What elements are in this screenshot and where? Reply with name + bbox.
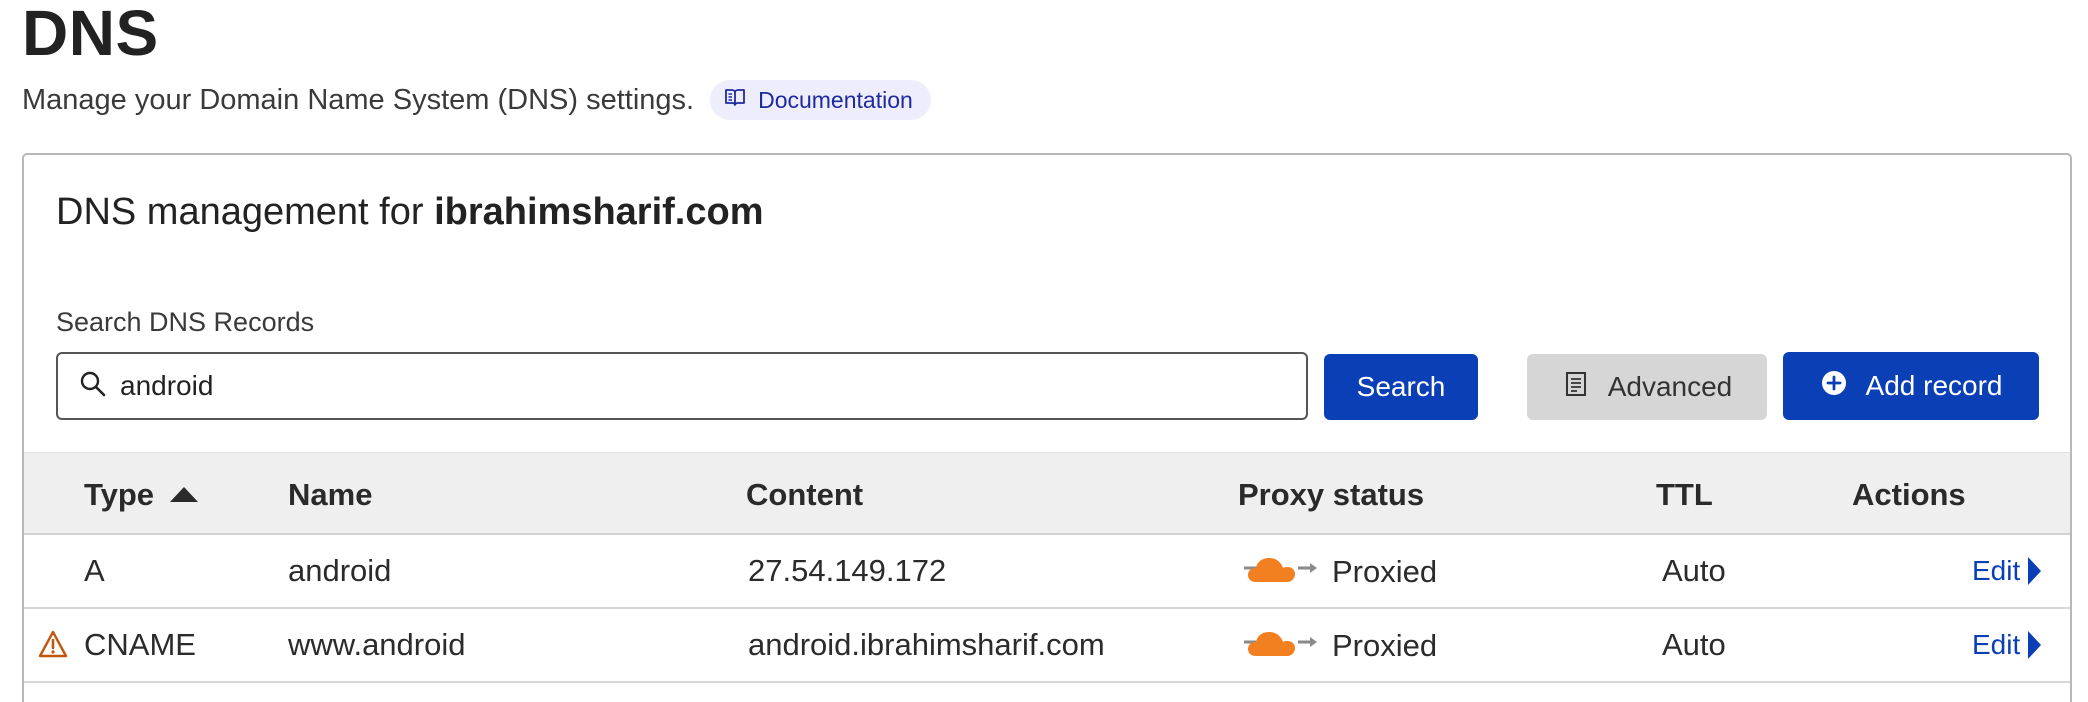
search-input[interactable] <box>120 370 1306 402</box>
add-record-label: Add record <box>1865 370 2003 401</box>
table-row: A android 27.54.149.172 Proxied Auto Edi… <box>24 535 2070 609</box>
column-header-proxy-status[interactable]: Proxy status <box>1238 477 1424 513</box>
book-icon <box>724 86 746 114</box>
domain-name: ibrahimsharif.com <box>434 191 764 233</box>
proxy-status-label: Proxied <box>1332 628 1438 663</box>
document-list-icon <box>1562 370 1590 405</box>
subtitle-row: Manage your Domain Name System (DNS) set… <box>22 80 931 120</box>
column-header-name[interactable]: Name <box>288 477 372 513</box>
sort-ascending-icon <box>170 486 199 502</box>
search-field[interactable] <box>56 352 1308 420</box>
chevron-right-icon <box>2028 557 2042 585</box>
table-row: CNAME www.android android.ibrahimsharif.… <box>24 609 2070 683</box>
record-type: A <box>84 553 105 588</box>
add-record-button[interactable]: Add record <box>1783 352 2039 420</box>
documentation-link[interactable]: Documentation <box>710 80 931 120</box>
column-header-type[interactable]: Type <box>84 477 199 513</box>
plus-circle-icon <box>1820 369 1848 404</box>
documentation-label: Documentation <box>758 86 913 113</box>
record-content: android.ibrahimsharif.com <box>748 627 1105 662</box>
record-name: android <box>288 553 392 588</box>
proxy-status-label: Proxied <box>1332 554 1438 589</box>
record-ttl: Auto <box>1662 553 1726 588</box>
dns-management-card: DNS management for ibrahimsharif.com Sea… <box>22 153 2072 702</box>
proxy-status: Proxied <box>1242 551 1437 593</box>
page-title: DNS <box>22 0 159 69</box>
orange-cloud-icon <box>1242 551 1318 593</box>
column-header-content[interactable]: Content <box>746 477 863 513</box>
search-label: Search DNS Records <box>56 307 315 337</box>
advanced-label: Advanced <box>1607 371 1733 402</box>
record-content: 27.54.149.172 <box>748 553 947 588</box>
edit-button[interactable]: Edit <box>1972 629 2042 661</box>
edit-label: Edit <box>1972 555 2021 586</box>
edit-button[interactable]: Edit <box>1972 555 2042 587</box>
card-title-prefix: DNS management for <box>56 191 435 233</box>
search-icon <box>78 369 108 404</box>
table-header: Type Name Content Proxy status TTL Actio… <box>24 452 2070 535</box>
edit-label: Edit <box>1972 629 2021 660</box>
chevron-right-icon <box>2028 631 2042 659</box>
column-header-actions: Actions <box>1852 477 1966 512</box>
card-title: DNS management for ibrahimsharif.com <box>56 191 763 234</box>
proxy-status: Proxied <box>1242 625 1437 667</box>
orange-cloud-icon <box>1242 625 1318 667</box>
page-subtitle: Manage your Domain Name System (DNS) set… <box>22 83 695 116</box>
column-header-ttl[interactable]: TTL <box>1656 477 1713 513</box>
record-name: www.android <box>288 627 466 662</box>
search-button[interactable]: Search <box>1324 354 1478 420</box>
column-header-type-label: Type <box>84 477 155 512</box>
warning-icon[interactable] <box>38 629 68 659</box>
record-type: CNAME <box>84 627 196 662</box>
record-ttl: Auto <box>1662 627 1726 662</box>
advanced-button[interactable]: Advanced <box>1527 354 1767 420</box>
